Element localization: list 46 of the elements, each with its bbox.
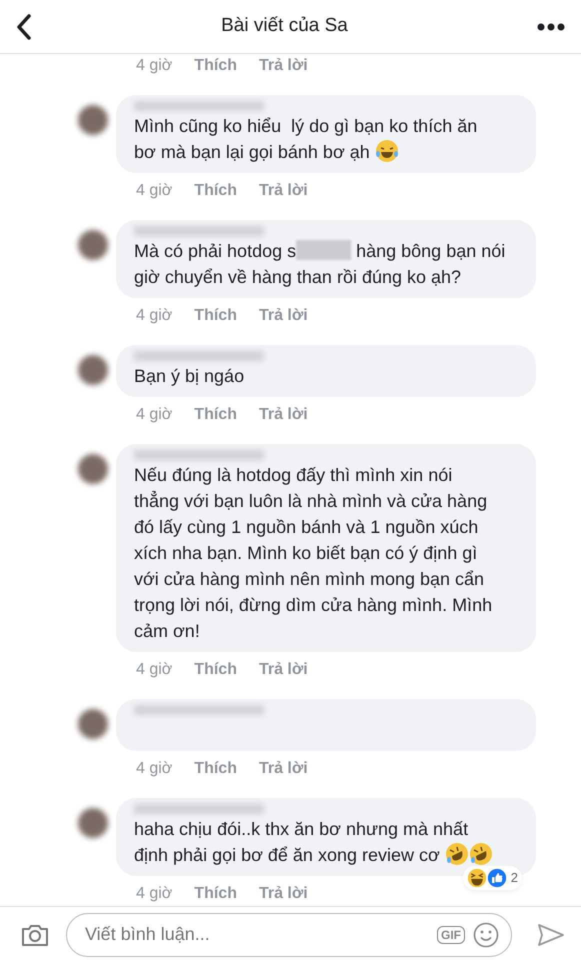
avatar[interactable]	[78, 230, 108, 260]
rolling-laugh-emoji-icon	[444, 842, 469, 866]
comment-time: 4 giờ	[136, 759, 172, 779]
laughing-emoji-icon	[374, 139, 399, 163]
reply-link[interactable]: Trả lời	[258, 54, 308, 78]
comment-text: Mà có phải hotdog s hàng bông bạn nói giờ chuyển về hàng than rồi đúng ko ạh?	[134, 239, 506, 289]
reply-link[interactable]: Trả lời	[258, 403, 308, 427]
avatar[interactable]	[78, 355, 108, 385]
like-reaction-icon	[486, 868, 507, 888]
emoji-icon[interactable]	[473, 922, 499, 948]
send-icon[interactable]	[537, 922, 565, 946]
more-icon[interactable]	[537, 22, 565, 30]
avatar[interactable]	[78, 105, 108, 135]
comment-text: Mình cũng ko hiểu lý do gì bạn ko thích ăn bơ mà bạn lại gọi bánh bơ ạh	[134, 115, 478, 165]
like-link[interactable]: Thích	[194, 304, 237, 328]
rolling-laugh-emoji-icon	[468, 842, 493, 866]
reply-link[interactable]: Trả lời	[258, 179, 308, 203]
comment-time: 4 giờ	[136, 56, 172, 76]
reaction-count[interactable]: 2	[462, 866, 522, 890]
avatar[interactable]	[78, 454, 108, 484]
comment-time: 4 giờ	[136, 181, 172, 201]
reply-link[interactable]: Trả lời	[258, 757, 308, 781]
reply-link[interactable]: Trả lời	[258, 658, 308, 682]
like-link[interactable]: Thích	[194, 179, 237, 203]
like-link[interactable]: Thích	[194, 54, 237, 78]
gif-button[interactable]: GIF	[437, 926, 465, 944]
comment-time: 4 giờ	[136, 660, 172, 680]
comment-text: Bạn ý bị ngáo	[134, 365, 246, 388]
camera-icon[interactable]	[20, 922, 50, 946]
comment-text: haha chịu đói..k thx ăn bơ nhưng mà nhất định phải gọi bơ để ăn xong review cơ	[134, 816, 520, 868]
haha-reaction-icon	[466, 868, 487, 888]
like-link[interactable]: Thích	[194, 882, 237, 906]
like-link[interactable]: Thích	[194, 403, 237, 427]
reply-link[interactable]: Trả lời	[258, 304, 308, 328]
reply-link[interactable]: Trả lời	[258, 882, 308, 906]
like-link[interactable]: Thích	[194, 757, 237, 781]
like-link[interactable]: Thích	[194, 658, 237, 682]
avatar[interactable]	[78, 709, 108, 739]
comment-text: Nếu đúng là hotdog đấy thì mình xin nói thẳng với bạn luôn là nhà mình và cửa hàng đó lấy cùng 1 nguồn bánh và 1 nguồn xúch xích nha bạn. Mình ko biết bạn có ý định gì với cửa hàng mình nên mình mong bạn cẩn trọng lời nói, đừng dìm cửa hàng mình. Mình cảm ơn!	[134, 464, 494, 643]
comment-field[interactable]: Viết bình luận... GIF	[66, 912, 512, 956]
page-title: Bài viết của Sa	[221, 14, 348, 38]
avatar[interactable]	[78, 808, 108, 838]
comment-time: 4 giờ	[136, 405, 172, 425]
comment-time: 4 giờ	[136, 306, 172, 326]
comment-time: 4 giờ	[136, 884, 172, 904]
back-icon[interactable]	[16, 14, 32, 40]
